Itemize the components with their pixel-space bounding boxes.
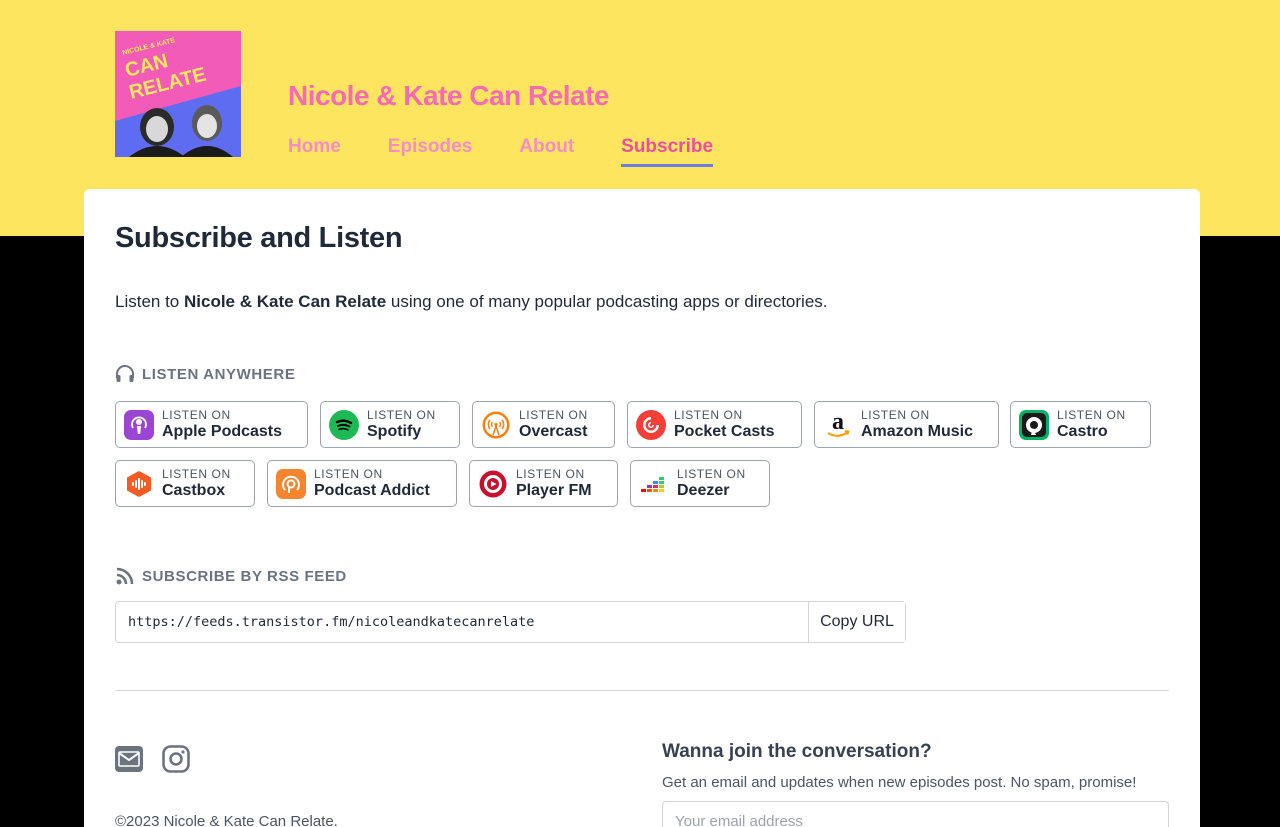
- deezer-icon: [639, 468, 669, 499]
- intro-text: Listen to Nicole & Kate Can Relate using…: [115, 292, 828, 311]
- site-title[interactable]: Nicole & Kate Can Relate: [288, 80, 610, 112]
- newsletter-heading: Wanna join the conversation?: [662, 741, 932, 762]
- copy-url-button[interactable]: Copy URL: [808, 602, 905, 642]
- castro-icon: [1019, 409, 1049, 440]
- listen-amazon-music[interactable]: a LISTEN ON Amazon Music: [814, 401, 999, 448]
- overcast-icon: [481, 409, 511, 440]
- podcast-name: Nicole & Kate Can Relate: [184, 292, 387, 311]
- headphones-icon: [116, 365, 134, 382]
- instagram-icon[interactable]: [162, 745, 190, 778]
- nav-home[interactable]: Home: [288, 136, 341, 167]
- castbox-icon: [124, 468, 154, 499]
- email-icon[interactable]: [115, 745, 143, 778]
- listen-deezer[interactable]: LISTEN ON Deezer: [630, 460, 770, 507]
- page-title: Subscribe and Listen: [115, 222, 403, 254]
- podcast-addict-icon: [276, 468, 306, 499]
- pocket-casts-icon: [636, 409, 666, 440]
- rss-heading: SUBSCRIBE BY RSS FEED: [115, 566, 347, 586]
- listen-anywhere-heading: LISTEN ANYWHERE: [115, 364, 295, 384]
- amazon-music-icon: a: [823, 409, 853, 440]
- listen-castbox[interactable]: LISTEN ON Castbox: [115, 460, 255, 507]
- listen-spotify[interactable]: LISTEN ON Spotify: [320, 401, 460, 448]
- divider: [115, 690, 1169, 691]
- listen-pocket-casts[interactable]: LISTEN ON Pocket Casts: [627, 401, 802, 448]
- copyright: ©2023 Nicole & Kate Can Relate.: [115, 813, 338, 827]
- listen-overcast[interactable]: LISTEN ON Overcast: [472, 401, 615, 448]
- podcast-artwork[interactable]: NICOLE & KATE CAN RELATE: [115, 31, 241, 157]
- listen-player-fm[interactable]: LISTEN ON Player FM: [469, 460, 618, 507]
- listen-castro[interactable]: LISTEN ON Castro: [1010, 401, 1151, 448]
- email-input[interactable]: [662, 801, 1169, 827]
- nav-about[interactable]: About: [519, 136, 574, 167]
- nav-subscribe[interactable]: Subscribe: [621, 136, 714, 167]
- player-fm-icon: [478, 468, 508, 499]
- listen-podcast-addict[interactable]: LISTEN ON Podcast Addict: [267, 460, 457, 507]
- svg-text:a: a: [832, 410, 844, 435]
- main-nav: Home Episodes About Subscribe: [288, 136, 760, 167]
- newsletter-text: Get an email and updates when new episod…: [662, 774, 1137, 791]
- subscribe-card: Subscribe and Listen Listen to Nicole & …: [84, 189, 1200, 827]
- rss-url-input[interactable]: https://feeds.transistor.fm/nicoleandkat…: [116, 602, 808, 642]
- rss-url-field: https://feeds.transistor.fm/nicoleandkat…: [115, 601, 906, 643]
- rss-icon: [116, 567, 134, 585]
- listen-apple-podcasts[interactable]: LISTEN ON Apple Podcasts: [115, 401, 308, 448]
- apple-podcasts-icon: [124, 409, 154, 440]
- spotify-icon: [329, 409, 359, 440]
- nav-episodes[interactable]: Episodes: [388, 136, 472, 167]
